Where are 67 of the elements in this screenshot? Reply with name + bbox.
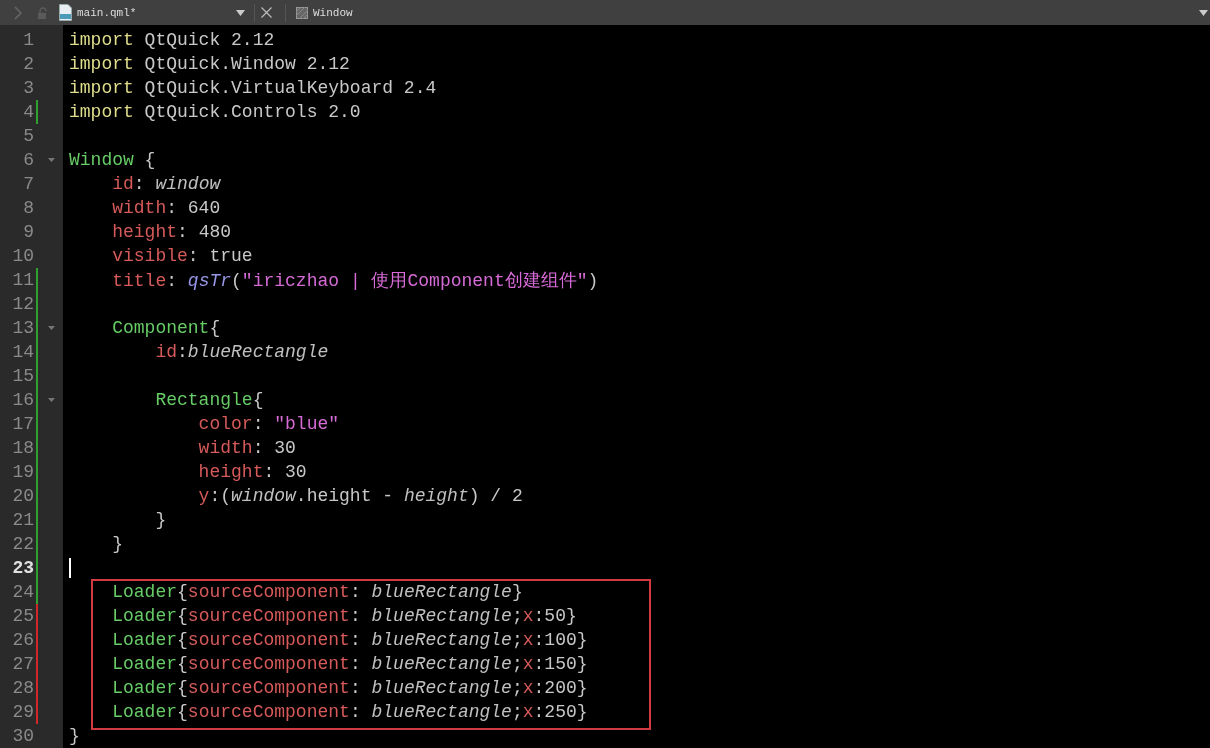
line-number: 3: [22, 78, 34, 98]
code-line: Loader{sourceComponent: blueRectangle;x:150}: [111, 654, 588, 674]
fold-arrow-icon[interactable]: [47, 158, 55, 162]
code-line: y:(window.height - height) / 2: [197, 486, 523, 506]
line-number: 21: [11, 510, 34, 530]
code-line: color: "blue": [197, 414, 340, 434]
symbol-name[interactable]: Window: [313, 6, 353, 19]
code-line: visible: true: [111, 246, 253, 266]
chevron-right-icon[interactable]: [14, 5, 22, 20]
code-line: Rectangle{: [154, 390, 264, 410]
code-line: Component{: [111, 318, 221, 338]
code-line: }: [69, 726, 80, 746]
caret-icon[interactable]: [1199, 9, 1208, 16]
line-number: 15: [11, 366, 34, 386]
line-number: 12: [11, 294, 34, 314]
code-line: Loader{sourceComponent: blueRectangle;x:50}: [111, 606, 577, 626]
code-line: import QtQuick.VirtualKeyboard 2.4: [69, 78, 437, 98]
code-line: import QtQuick.Window 2.12: [69, 54, 350, 74]
code-line: import QtQuick.Controls 2.0: [69, 102, 361, 122]
line-number: 1: [22, 30, 34, 50]
code-line: height: 30: [197, 462, 307, 482]
code-line: }: [154, 510, 167, 530]
line-number: 4: [22, 102, 34, 122]
code-line: import QtQuick 2.12: [69, 30, 275, 50]
code-line: title: qsTr("iriczhao | 使用Component创建组件"): [111, 270, 599, 292]
code-line: width: 640: [111, 198, 221, 218]
fold-arrow-icon[interactable]: [47, 326, 55, 330]
line-number: 8: [22, 198, 34, 218]
line-number: 10: [11, 246, 34, 266]
line-number: 28: [11, 678, 34, 698]
line-number: 19: [11, 462, 34, 482]
line-number: 5: [22, 126, 34, 146]
line-number: 20: [11, 486, 34, 506]
hatched-square-icon: [296, 6, 308, 19]
line-number: 25: [11, 606, 34, 626]
code-line: height: 480: [111, 222, 232, 242]
line-number: 7: [22, 174, 34, 194]
line-number: 11: [11, 270, 34, 290]
file-icon: [59, 4, 72, 21]
line-number: 14: [11, 342, 34, 362]
line-number: 29: [11, 702, 34, 722]
caret-icon[interactable]: [236, 9, 245, 16]
line-number: 24: [11, 582, 34, 602]
fold-arrow-icon[interactable]: [47, 398, 55, 402]
line-number: 6: [22, 150, 34, 170]
code-line: width: 30: [197, 438, 296, 458]
line-number: 2: [22, 54, 34, 74]
code-line: id: window: [111, 174, 221, 194]
line-number: 9: [22, 222, 34, 242]
line-number: 27: [11, 654, 34, 674]
line-number: 22: [11, 534, 34, 554]
line-number: 13: [11, 318, 34, 338]
line-number: 16: [11, 390, 34, 410]
line-number: 23: [11, 558, 34, 578]
code-line: Window {: [69, 150, 156, 170]
line-number: 30: [11, 726, 34, 746]
code-line: id:blueRectangle: [154, 342, 329, 362]
file-name[interactable]: main.qml*: [77, 6, 227, 19]
line-number: 18: [11, 438, 34, 458]
code-line: }: [111, 534, 123, 554]
code-line: Loader{sourceComponent: blueRectangle;x:100}: [111, 630, 588, 650]
code-line: Loader{sourceComponent: blueRectangle}: [111, 582, 523, 602]
line-number: 26: [11, 630, 34, 650]
code-line: Loader{sourceComponent: blueRectangle;x:200}: [111, 678, 588, 698]
close-icon[interactable]: [261, 7, 272, 18]
line-number: 17: [11, 414, 34, 434]
code-line: Loader{sourceComponent: blueRectangle;x:250}: [111, 702, 588, 722]
